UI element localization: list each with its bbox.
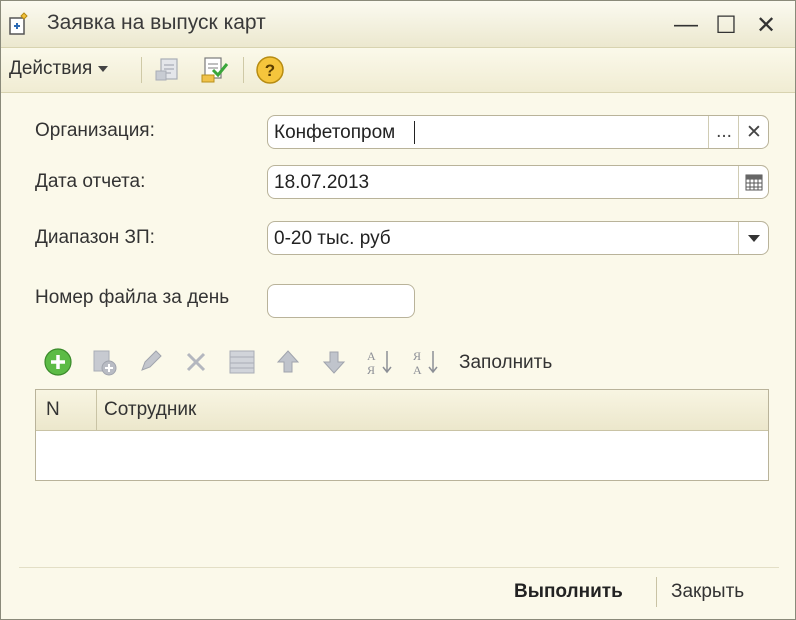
select-organization-button[interactable]: ... xyxy=(709,116,739,148)
calendar-button[interactable] xyxy=(739,166,769,198)
actions-menu-button[interactable]: Действия xyxy=(9,58,109,80)
actions-label: Действия xyxy=(9,58,93,79)
maximize-icon: ☐ xyxy=(715,11,737,39)
execute-button[interactable]: Выполнить xyxy=(514,581,623,603)
form-toolbar: Действия ? xyxy=(1,48,795,93)
file-number-label: Номер файла за день xyxy=(35,287,230,308)
organization-field[interactable]: Конфетопром ... ✕ xyxy=(267,115,769,149)
column-separator xyxy=(96,390,97,430)
report-date-label: Дата отчета: xyxy=(35,171,146,192)
svg-text:?: ? xyxy=(265,61,275,80)
move-down-icon[interactable] xyxy=(319,347,349,377)
calendar-icon xyxy=(745,174,763,191)
salary-range-select[interactable]: 0-20 тыс. руб xyxy=(267,221,769,255)
title-bar: Заявка на выпуск карт — ☐ ✕ xyxy=(1,1,795,48)
document-icon xyxy=(9,12,28,35)
svg-text:Я: Я xyxy=(367,363,375,377)
close-window-button[interactable]: ✕ xyxy=(751,11,781,39)
window-title: Заявка на выпуск карт xyxy=(47,11,266,34)
organization-label: Организация: xyxy=(35,120,155,141)
salary-range-value: 0-20 тыс. руб xyxy=(274,228,391,249)
post-document-icon[interactable] xyxy=(153,55,183,85)
post-and-close-icon[interactable] xyxy=(199,55,229,85)
employees-table[interactable]: N Сотрудник xyxy=(35,389,769,481)
fill-button[interactable]: Заполнить xyxy=(459,352,552,374)
clear-icon: ✕ xyxy=(746,121,762,143)
form-window: Заявка на выпуск карт — ☐ ✕ Действия ? О… xyxy=(0,0,796,620)
svg-text:А: А xyxy=(413,363,422,377)
sort-ascending-icon[interactable]: А Я xyxy=(365,347,395,377)
report-date-value: 18.07.2013 xyxy=(274,172,370,193)
footer-divider xyxy=(19,567,779,568)
move-up-icon[interactable] xyxy=(273,347,303,377)
salary-range-label: Диапазон ЗП: xyxy=(35,227,155,248)
add-icon[interactable] xyxy=(43,347,73,377)
edit-icon[interactable] xyxy=(135,347,165,377)
sort-descending-icon[interactable]: Я А xyxy=(411,347,441,377)
text-cursor xyxy=(414,121,415,144)
footer-separator xyxy=(656,577,657,607)
column-header-employee[interactable]: Сотрудник xyxy=(104,399,196,421)
report-date-field[interactable]: 18.07.2013 xyxy=(267,165,769,199)
delete-icon[interactable] xyxy=(181,347,211,377)
svg-text:А: А xyxy=(367,349,376,363)
file-number-input[interactable] xyxy=(267,284,415,318)
minimize-button[interactable]: — xyxy=(671,11,701,39)
svg-text:Я: Я xyxy=(413,349,421,363)
close-icon: ✕ xyxy=(755,11,777,39)
table-settings-icon[interactable] xyxy=(227,347,257,377)
maximize-button[interactable]: ☐ xyxy=(711,11,741,39)
clear-organization-button[interactable]: ✕ xyxy=(739,116,769,148)
toolbar-separator xyxy=(243,57,244,83)
close-button[interactable]: Закрыть xyxy=(671,581,744,603)
help-icon[interactable]: ? xyxy=(255,55,285,85)
column-header-n[interactable]: N xyxy=(46,399,60,421)
toolbar-separator xyxy=(141,57,142,83)
chevron-down-icon xyxy=(98,65,109,72)
minimize-icon: — xyxy=(674,11,698,38)
chevron-down-icon xyxy=(748,234,760,242)
organization-value: Конфетопром xyxy=(274,122,396,143)
copy-icon[interactable] xyxy=(89,347,119,377)
salary-range-dropdown-button[interactable] xyxy=(739,222,769,254)
ellipsis-icon: ... xyxy=(716,121,732,142)
table-header: N Сотрудник xyxy=(36,390,768,431)
